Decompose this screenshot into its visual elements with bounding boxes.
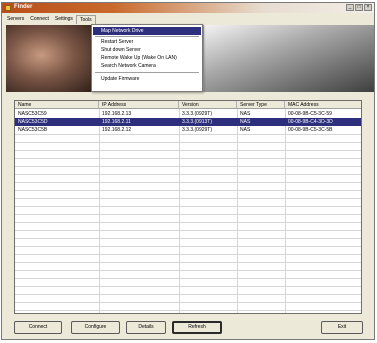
close-button[interactable]: × <box>364 4 372 11</box>
menu-item-shut-down-server[interactable]: Shut down Server <box>93 46 201 54</box>
app-icon <box>5 5 11 11</box>
column-divider <box>99 109 100 313</box>
banner-photo <box>6 25 94 92</box>
row-gridline <box>15 230 361 231</box>
table-header: Name IP Address Version Server Type MAC … <box>15 101 361 109</box>
column-header-server-type[interactable]: Server Type <box>237 101 285 109</box>
menu-tools[interactable]: Tools <box>75 15 96 24</box>
cell-server-type: NAS <box>240 119 251 125</box>
cell-server-type: NAS <box>240 127 251 133</box>
cell-mac-address: 00-08-9B-C5-3C-59 <box>288 111 332 117</box>
menu-item-update-firmware[interactable]: Update Firmware <box>93 75 201 83</box>
table-row-selected[interactable]: NASC53C5D 192.168.2.11 3.3.3.(0913T) NAS… <box>15 118 361 126</box>
cell-name: NASC53C59 <box>18 111 47 117</box>
row-gridline <box>15 134 361 135</box>
menu-connect[interactable]: Connect <box>27 15 52 24</box>
row-gridline <box>15 214 361 215</box>
menu-item-search-network-camera[interactable]: Search Network Camera <box>93 62 201 70</box>
row-gridline <box>15 270 361 271</box>
cell-ip-address: 192.168.2.12 <box>102 127 132 133</box>
banner-graphic <box>204 25 374 92</box>
row-gridline <box>15 174 361 175</box>
row-gridline <box>15 206 361 207</box>
menu-separator <box>95 36 199 37</box>
cell-version: 3.3.3.(0913T) <box>182 119 213 125</box>
maximize-button[interactable]: □ <box>355 4 363 11</box>
row-gridline <box>15 246 361 247</box>
menu-item-map-network-drive[interactable]: Map Network Drive <box>93 27 201 35</box>
row-gridline <box>15 182 361 183</box>
cell-mac-address: 00-08-9B-C4-3D-3D <box>288 119 333 125</box>
column-header-version[interactable]: Version <box>179 101 237 109</box>
cell-name: NASC53C5B <box>18 127 48 133</box>
details-button[interactable]: Details <box>126 321 166 334</box>
row-gridline <box>15 166 361 167</box>
row-gridline <box>15 310 361 311</box>
row-gridline <box>15 254 361 255</box>
row-gridline <box>15 286 361 287</box>
tools-dropdown-menu: Map Network Drive Restart Server Shut do… <box>91 24 203 92</box>
column-header-mac-address[interactable]: MAC Address <box>285 101 361 109</box>
menu-separator <box>95 72 199 73</box>
table-row[interactable]: NASC53C5B 192.168.2.12 3.3.3.(0929T) NAS… <box>15 126 361 134</box>
cell-ip-address: 192.168.2.13 <box>102 111 132 117</box>
title-bar[interactable]: Finder _ □ × <box>2 3 374 13</box>
window-controls: _ □ × <box>346 4 372 11</box>
menu-settings[interactable]: Settings <box>52 15 76 24</box>
row-gridline <box>15 294 361 295</box>
row-gridline <box>15 302 361 303</box>
cell-ip-address: 192.168.2.11 <box>102 119 131 125</box>
row-gridline <box>15 158 361 159</box>
exit-button[interactable]: Exit <box>321 321 363 334</box>
table-row[interactable]: NASC53C59 192.168.2.13 3.3.3.(0929T) NAS… <box>15 110 361 118</box>
minimize-button[interactable]: _ <box>346 4 354 11</box>
column-divider <box>237 109 238 313</box>
server-table: Name IP Address Version Server Type MAC … <box>14 100 362 314</box>
column-header-ip-address[interactable]: IP Address <box>99 101 179 109</box>
row-gridline <box>15 150 361 151</box>
column-divider <box>179 109 180 313</box>
configure-button[interactable]: Configure <box>71 321 120 334</box>
menu-servers[interactable]: Servers <box>4 15 27 24</box>
row-gridline <box>15 198 361 199</box>
row-gridline <box>15 262 361 263</box>
row-gridline <box>15 142 361 143</box>
connect-button[interactable]: Connect <box>14 321 62 334</box>
cell-version: 3.3.3.(0929T) <box>182 127 213 133</box>
row-gridline <box>15 238 361 239</box>
cell-name: NASC53C5D <box>18 119 48 125</box>
menu-item-restart-server[interactable]: Restart Server <box>93 38 201 46</box>
cell-version: 3.3.3.(0929T) <box>182 111 213 117</box>
row-gridline <box>15 222 361 223</box>
row-gridline <box>15 278 361 279</box>
cell-mac-address: 00-08-9B-C5-3C-5B <box>288 127 333 133</box>
menu-bar: Servers Connect Settings Tools <box>2 15 374 24</box>
column-header-name[interactable]: Name <box>15 101 99 109</box>
refresh-button[interactable]: Refresh <box>172 321 222 334</box>
row-gridline <box>15 190 361 191</box>
menu-item-remote-wake-up[interactable]: Remote Wake Up (Wake On LAN) <box>93 54 201 62</box>
window-title: Finder <box>14 4 33 10</box>
column-divider <box>285 109 286 313</box>
cell-server-type: NAS <box>240 111 251 117</box>
